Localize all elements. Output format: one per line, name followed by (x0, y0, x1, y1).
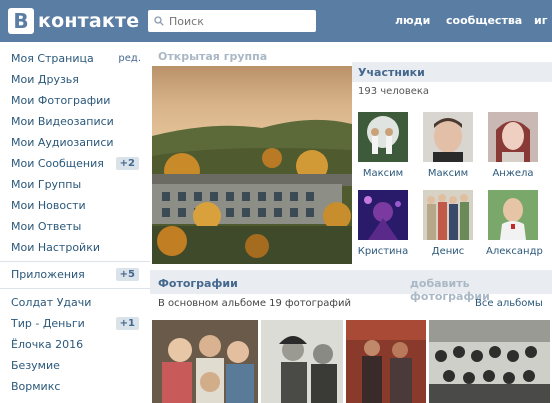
messages-badge: +2 (115, 157, 139, 170)
nav-people[interactable]: люди (395, 14, 430, 27)
sidebar-item-groups[interactable]: Мои Группы (11, 175, 141, 194)
sidebar-item-apps[interactable]: Приложения +5 (11, 265, 141, 284)
tir-badge: +1 (115, 317, 139, 330)
avatar (423, 190, 473, 240)
edit-link[interactable]: ред. (118, 53, 141, 64)
album-info: В основном альбоме 19 фотографий (158, 298, 351, 309)
sidebar-item-answers[interactable]: Мои Ответы (11, 217, 141, 236)
apps-badge: +5 (115, 268, 139, 281)
sidebar-item-label: Мои Настройки (11, 241, 100, 254)
avatar (488, 190, 538, 240)
search-box[interactable] (148, 10, 316, 32)
member-card[interactable]: Кристина (356, 190, 410, 257)
sidebar-item-label: Мои Новости (11, 199, 86, 212)
all-albums-link[interactable]: Все альбомы (475, 298, 543, 309)
member-name: Максим (427, 168, 469, 179)
member-name: Максим (362, 168, 404, 179)
member-card[interactable]: Денис (421, 190, 475, 257)
logo-text: контакте (38, 10, 140, 32)
sidebar-item-audio[interactable]: Мои Аудиозаписи (11, 133, 141, 152)
sidebar-item-label: Тир - Деньги (11, 317, 85, 330)
sidebar-item-settings[interactable]: Мои Настройки (11, 238, 141, 257)
landscape-photo (152, 66, 352, 264)
sidebar-item-label: Моя Страница (11, 52, 94, 65)
sidebar-item-label: Мои Аудиозаписи (11, 136, 114, 149)
member-card[interactable]: Максим (421, 112, 475, 179)
members-count[interactable]: 193 человека (358, 86, 429, 97)
member-card[interactable]: Анжела (486, 112, 540, 179)
sidebar-item-news[interactable]: Мои Новости (11, 196, 141, 215)
sidebar-item-label: Мои Сообщения (11, 157, 104, 170)
avatar (358, 190, 408, 240)
sidebar-item-label: Мои Ответы (11, 220, 82, 233)
nav-games[interactable]: иг (534, 14, 547, 27)
avatar (423, 112, 473, 162)
photo-thumb[interactable] (152, 320, 258, 403)
sidebar-item-videos[interactable]: Мои Видеозаписи (11, 112, 141, 131)
vk-logo[interactable]: В контакте (8, 8, 139, 34)
group-type-label: Открытая группа (158, 50, 268, 63)
sidebar-item-label: Солдат Удачи (11, 296, 92, 309)
member-card[interactable]: Максим (356, 112, 410, 179)
sidebar-item-app-tir[interactable]: Тир - Деньги +1 (11, 314, 141, 333)
member-name: Денис (431, 246, 465, 257)
sidebar-item-app-soldat[interactable]: Солдат Удачи (11, 293, 141, 312)
sidebar-divider (0, 261, 150, 262)
photo-thumb[interactable] (429, 320, 550, 403)
member-name: Кристина (357, 246, 409, 257)
nav-communities[interactable]: сообщества (446, 14, 522, 27)
sidebar-item-label: Мои Группы (11, 178, 82, 191)
members-title[interactable]: Участники (358, 66, 425, 79)
sidebar-item-friends[interactable]: Мои Друзья (11, 70, 141, 89)
sidebar-item-label: Мои Фотографии (11, 94, 111, 107)
sidebar-item-app-bezumie[interactable]: Безумие (11, 356, 141, 375)
sidebar-item-photos[interactable]: Мои Фотографии (11, 91, 141, 110)
sidebar-divider (0, 288, 150, 289)
sidebar-item-label: Безумие (11, 359, 60, 372)
avatar (488, 112, 538, 162)
sidebar-item-label: Вормикс (11, 380, 61, 393)
sidebar-item-label: Ёлочка 2016 (11, 338, 84, 351)
sidebar-item-app-wormix[interactable]: Вормикс (11, 377, 141, 396)
sidebar-item-label: Приложения (11, 268, 85, 281)
avatar (358, 112, 408, 162)
sidebar-item-app-elochka[interactable]: Ёлочка 2016 (11, 335, 141, 354)
member-name: Анжела (492, 168, 534, 179)
group-cover-photo[interactable] (152, 66, 352, 264)
search-icon (154, 16, 164, 26)
sidebar-item-label: Мои Видеозаписи (11, 115, 114, 128)
search-input[interactable] (169, 14, 309, 28)
photo-thumb[interactable] (261, 320, 343, 403)
member-card[interactable]: Александр (486, 190, 543, 257)
sidebar-item-my-page[interactable]: Моя Страница ред. (11, 49, 141, 68)
photos-title[interactable]: Фотографии (158, 277, 238, 290)
sidebar-item-label: Мои Друзья (11, 73, 79, 86)
logo-letter: В (8, 8, 34, 34)
sidebar-item-messages[interactable]: Мои Сообщения +2 (11, 154, 141, 173)
member-name: Александр (486, 246, 543, 257)
photo-thumb[interactable] (346, 320, 426, 403)
